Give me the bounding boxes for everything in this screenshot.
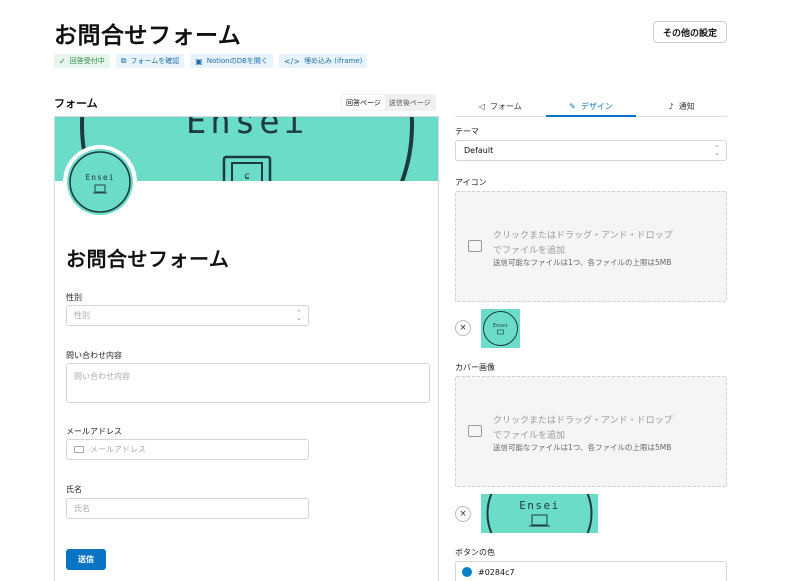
submit-button[interactable]: 送信 [66,549,106,570]
cover-text: Ensei [186,117,308,142]
chevron-updown-icon: ⌃ ⌄ [714,144,720,157]
dropzone-text: クリックまたはドラッグ・アンド・ドロップ [493,231,673,241]
icon-dropzone[interactable]: クリックまたはドラッグ・アンド・ドロップ でファイルを追加 送信可能なファイルは… [455,191,727,302]
badge-label: 回答受付中 [69,57,105,65]
theme-select[interactable]: Default ⌃ ⌄ [455,140,727,161]
form-avatar: Ensei [63,145,137,219]
dropzone-limit-text: 送信可能なファイルは1つ、各ファイルの上限は5MB [493,258,672,267]
embed-iframe-link[interactable]: </> 埋め込み (iframe) [278,54,368,68]
icon-label: アイコン [455,178,487,187]
page-title: お問合せフォーム [54,23,242,49]
open-notion-db-link[interactable]: ▣ NotionのDBを開く [190,54,273,68]
image-icon [468,240,482,252]
name-placeholder: 氏名 [74,504,90,513]
gender-select[interactable]: 性別 ⌃ ⌄ [66,305,309,326]
field-label-gender: 性別 [66,293,82,302]
tab-label: フォーム [490,101,522,111]
dropzone-limit-text: 送信可能なファイルは1つ、各ファイルの上限は5MB [493,443,672,452]
more-settings-button[interactable]: その他の設定 [653,21,727,43]
badge-label: NotionのDBを開く [206,57,268,65]
icon-thumb-art: Ensei [483,311,518,346]
name-field[interactable]: 氏名 [66,498,309,519]
image-icon [468,425,482,437]
answer-page-toggle[interactable]: 回答ページ [342,95,385,110]
remove-icon-button[interactable]: × [455,320,471,336]
button-color-value: #0284c7 [478,567,515,577]
email-field[interactable]: メールアドレス [66,439,309,460]
inquiry-textarea[interactable]: 問い合わせ内容 [66,363,430,403]
tab-design[interactable]: ✎ デザイン [545,96,637,117]
email-placeholder: メールアドレス [90,445,146,454]
tab-form[interactable]: ◁ フォーム [455,96,546,116]
avatar-art: Ensei [69,151,131,213]
accepting-responses-badge[interactable]: ✓ 回答受付中 [54,54,110,68]
badge-label: 埋め込み (iframe) [304,57,363,65]
theme-label: テーマ [455,127,479,136]
avatar-text: Ensei [85,173,114,182]
external-link-icon: ⧉ [120,56,127,65]
cover-dropzone[interactable]: クリックまたはドラッグ・アンド・ドロップ でファイルを追加 送信可能なファイルは… [455,376,727,487]
icon-thumbnail: Ensei [481,309,520,348]
form-preview: Ensei ɕ Ensei お問合せフォーム 性別 性別 ⌃⌄ 問い合わせ内容 [54,116,439,581]
page-toggle: 回答ページ 送信後ページ [341,94,436,111]
speaker-icon: ◁ [478,101,486,111]
cover-thumb-art: Ensei [486,494,593,533]
tab-notifications[interactable]: ♪ 通知 [636,96,727,116]
dropzone-text: クリックまたはドラッグ・アンド・ドロップ [493,416,673,426]
tab-label: 通知 [678,101,695,111]
page: お問合せフォーム その他の設定 ✓ 回答受付中 ⧉ フォームを確認 ▣ Noti… [0,0,800,581]
cover-thumb-text: Ensei [519,499,560,512]
gender-placeholder: 性別 [74,311,90,320]
button-color-field[interactable]: #0284c7 [455,561,727,581]
icon-thumb-text: Ensei [493,323,508,329]
dropzone-text: でファイルを追加 [493,431,566,441]
button-color-label: ボタンの色 [455,548,495,557]
field-label-name: 氏名 [66,485,82,494]
color-swatch[interactable] [462,567,472,577]
code-icon: </> [283,56,301,66]
cover-image-label: カバー画像 [455,363,495,372]
tab-label: デザイン [580,101,613,111]
field-label-email: メールアドレス [66,427,122,436]
after-submit-page-toggle[interactable]: 送信後ページ [385,95,435,110]
mail-icon [74,446,84,453]
badge-label: フォームを確認 [130,57,180,65]
theme-value: Default [464,146,494,155]
form-section-title: フォーム [54,97,98,110]
form-title: お問合せフォーム [66,247,230,271]
chevron-updown-icon: ⌃ ⌄ [296,309,302,322]
inquiry-placeholder: 問い合わせ内容 [74,372,130,381]
cover-thumbnail: Ensei [481,494,598,533]
field-label-inquiry: 問い合わせ内容 [66,351,122,360]
check-icon: ✓ [59,56,66,66]
view-form-link[interactable]: ⧉ フォームを確認 [115,54,185,68]
badge-row: ✓ 回答受付中 ⧉ フォームを確認 ▣ NotionのDBを開く </> 埋め込… [54,54,368,68]
svg-text:ɕ: ɕ [244,171,250,181]
bell-icon: ♪ [668,101,674,111]
remove-cover-button[interactable]: × [455,506,471,522]
settings-tabs: ◁ フォーム ✎ デザイン ♪ 通知 [455,96,727,117]
dropzone-text: でファイルを追加 [493,246,566,256]
notion-icon: ▣ [195,56,203,66]
magic-wand-icon: ✎ [569,101,576,111]
